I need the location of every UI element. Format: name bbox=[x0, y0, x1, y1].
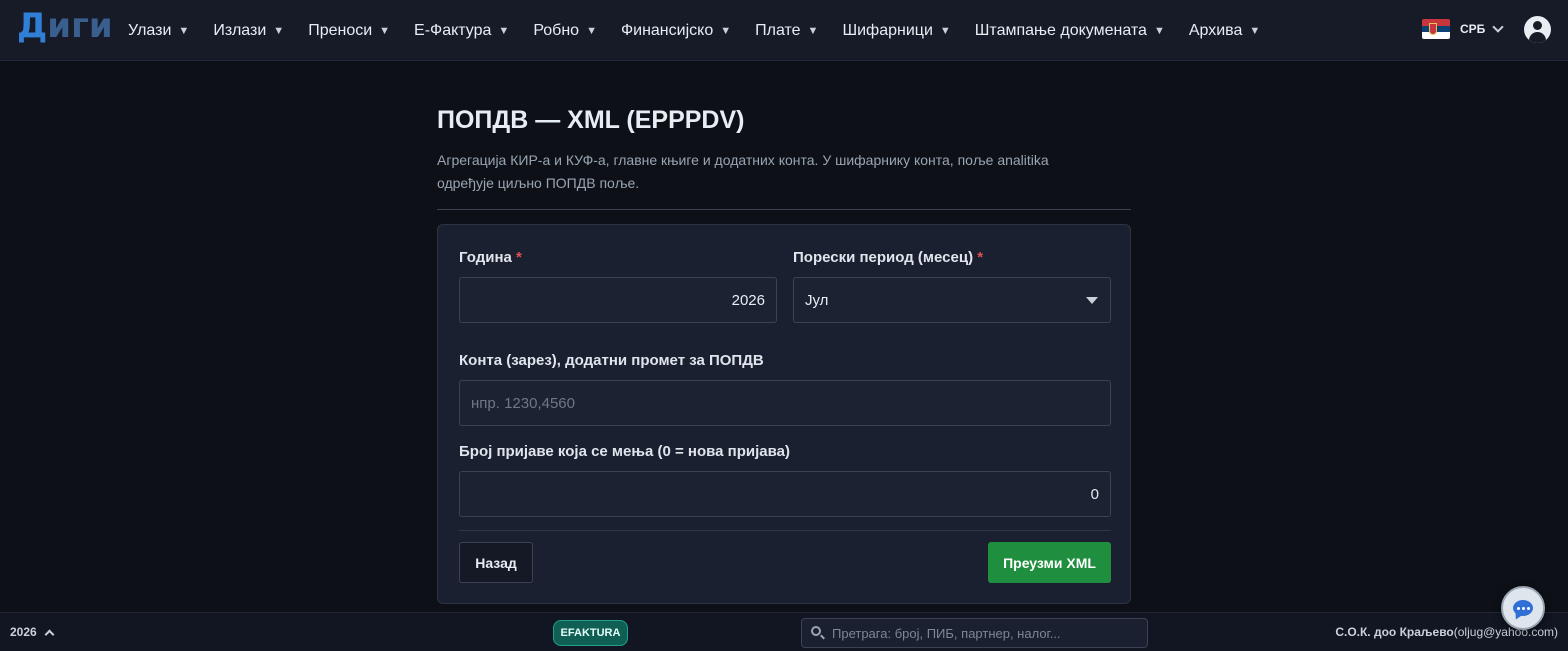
chevron-up-icon bbox=[44, 629, 55, 639]
menu-item-plate[interactable]: Плате ▼ bbox=[755, 22, 818, 40]
menu-item-robno[interactable]: Робно ▼ bbox=[533, 22, 597, 40]
user-circle-icon[interactable] bbox=[1524, 16, 1551, 43]
search-icon bbox=[811, 626, 825, 640]
caret-down-icon: ▼ bbox=[498, 24, 510, 37]
company-name: С.О.К. доо Краљево bbox=[1335, 625, 1454, 639]
caret-down-icon: ▼ bbox=[379, 24, 391, 37]
page-description: Агрегација КИР-а и КУФ-а, главне књиге и… bbox=[437, 149, 1131, 195]
menu-item-label: Излази bbox=[213, 21, 267, 39]
menu-item-label: Архива bbox=[1188, 21, 1243, 39]
period-select[interactable]: Јул bbox=[793, 277, 1111, 323]
caret-down-icon bbox=[1086, 297, 1098, 304]
caret-down-icon: ▼ bbox=[720, 24, 732, 37]
accounts-placeholder: нпр. 1230,4560 bbox=[471, 394, 575, 412]
chevron-down-icon bbox=[1492, 21, 1504, 33]
language-selector[interactable]: СРБ bbox=[1422, 19, 1504, 39]
menu-item-label: Финансијско bbox=[620, 21, 714, 39]
serbia-flag-icon bbox=[1422, 19, 1450, 39]
menu-item-label: Преноси bbox=[308, 21, 373, 39]
amendment-number-input[interactable]: 0 bbox=[459, 471, 1111, 517]
amendment-label: Број пријаве која се мења (0 = нова приј… bbox=[459, 443, 790, 460]
required-mark: * bbox=[977, 249, 984, 266]
menu-item-finansijsko[interactable]: Финансијско ▼ bbox=[621, 22, 731, 40]
menu-item-ulazi[interactable]: Улази ▼ bbox=[128, 22, 189, 40]
logo-initial: Д bbox=[17, 6, 48, 46]
caret-down-icon: ▼ bbox=[807, 24, 819, 37]
caret-down-icon: ▼ bbox=[939, 24, 951, 37]
menu-item-label: Шифарници bbox=[842, 21, 933, 39]
required-mark: * bbox=[516, 249, 522, 266]
status-footer: 2026 EFAKTURA Претрага: број, ПИБ, партн… bbox=[0, 612, 1568, 651]
main-menu: Улази ▼ Излази ▼ Преноси ▼ Е-Фактура ▼ Р… bbox=[128, 0, 1284, 61]
search-placeholder: Претрага: број, ПИБ, партнер, налог... bbox=[832, 625, 1061, 641]
menu-item-label: Плате bbox=[755, 21, 801, 39]
year-switcher[interactable]: 2026 bbox=[10, 625, 55, 639]
global-search[interactable]: Претрага: број, ПИБ, партнер, налог... bbox=[801, 618, 1148, 648]
menu-item-efaktura[interactable]: Е-Фактура ▼ bbox=[414, 22, 509, 40]
menu-item-label: Робно bbox=[533, 21, 580, 39]
popdv-form-card: Година * 2026 Порески период (месец) * Ј… bbox=[437, 224, 1131, 604]
caret-down-icon: ▼ bbox=[178, 24, 190, 37]
accounts-label: Конта (зарез), додатни промет за ПОПДВ bbox=[459, 352, 764, 369]
footer-year: 2026 bbox=[10, 625, 37, 639]
menu-item-arhiva[interactable]: Архива ▼ bbox=[1189, 22, 1260, 40]
menu-item-izlazi[interactable]: Излази ▼ bbox=[213, 22, 284, 40]
year-label: Година * bbox=[459, 249, 522, 266]
page-title: ПОПДВ — XML (EPPPDV) bbox=[437, 106, 745, 134]
year-input[interactable]: 2026 bbox=[459, 277, 777, 323]
card-divider bbox=[459, 530, 1111, 531]
page-header: ПОПДВ — XML (EPPPDV) Агрегација КИР-а и … bbox=[437, 100, 1131, 210]
caret-down-icon: ▼ bbox=[273, 24, 285, 37]
logo-rest: иги bbox=[47, 6, 113, 46]
menu-item-label: Штампање докумената bbox=[974, 21, 1147, 39]
efaktura-badge[interactable]: EFAKTURA bbox=[553, 620, 628, 646]
app-logo[interactable]: Диги bbox=[17, 6, 113, 46]
header-divider bbox=[437, 209, 1131, 210]
menu-item-label: Е-Фактура bbox=[414, 21, 492, 39]
caret-down-icon: ▼ bbox=[1249, 24, 1261, 37]
menu-item-stampanje[interactable]: Штампање докумената ▼ bbox=[975, 22, 1165, 40]
menu-item-label: Улази bbox=[128, 21, 172, 39]
menu-item-prenosi[interactable]: Преноси ▼ bbox=[308, 22, 390, 40]
caret-down-icon: ▼ bbox=[1153, 24, 1165, 37]
period-selected-value: Јул bbox=[805, 291, 829, 309]
top-navbar: Диги Улази ▼ Излази ▼ Преноси ▼ Е-Фактур… bbox=[0, 0, 1568, 61]
page-description-line: Агрегација КИР-а и КУФ-а, главне књиге и… bbox=[437, 152, 1049, 168]
page-description-line: одређује циљно ПОПДВ поље. bbox=[437, 175, 640, 191]
download-xml-button[interactable]: Преузми XML bbox=[988, 542, 1111, 583]
menu-item-sifarnici[interactable]: Шифарници ▼ bbox=[842, 22, 950, 40]
back-button[interactable]: Назад bbox=[459, 542, 533, 583]
chat-support-icon[interactable] bbox=[1501, 586, 1545, 630]
period-label: Порески период (месец) * bbox=[793, 249, 984, 266]
company-email: (oljug@yahoo.com) bbox=[1453, 625, 1558, 639]
accounts-input[interactable]: нпр. 1230,4560 bbox=[459, 380, 1111, 426]
caret-down-icon: ▼ bbox=[586, 24, 597, 37]
language-label: СРБ bbox=[1460, 22, 1486, 36]
